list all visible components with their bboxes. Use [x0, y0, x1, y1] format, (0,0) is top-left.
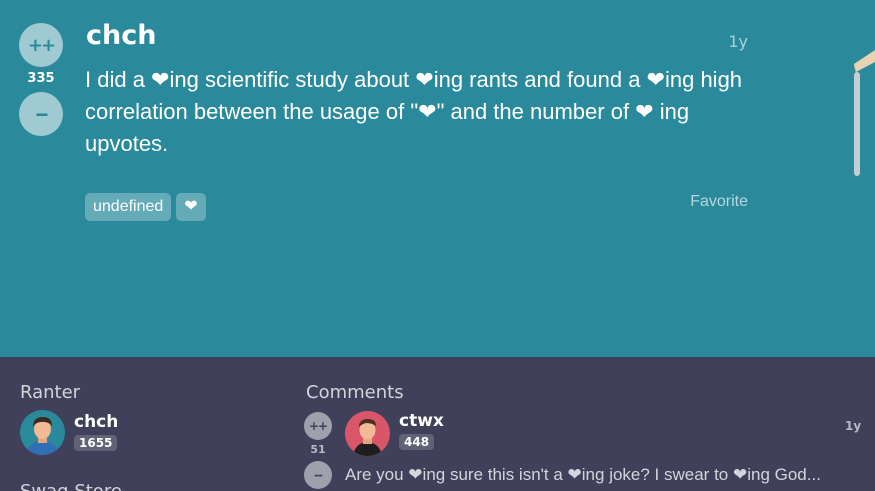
- ranter-username[interactable]: chch: [74, 412, 118, 432]
- comments-section-title: Comments: [306, 382, 404, 403]
- rant-time: 1y: [728, 32, 748, 51]
- rant-username[interactable]: chch: [86, 20, 156, 51]
- rant-score: 335: [27, 71, 55, 86]
- rant-text: I did a ❤ing scientific study about ❤ing…: [85, 67, 743, 156]
- tag[interactable]: ❤: [176, 193, 206, 221]
- tag[interactable]: undefined: [85, 193, 172, 221]
- commenter-score-badge: 448: [399, 434, 435, 450]
- ranter-score-badge: 1655: [74, 435, 118, 451]
- tag-list: undefined ❤: [85, 193, 206, 221]
- swag-store-section-title[interactable]: Swag Store: [20, 481, 122, 491]
- comment-upvote-button[interactable]: ++: [304, 412, 332, 440]
- ranter-avatar[interactable]: [20, 410, 65, 455]
- downvote-button[interactable]: --: [19, 92, 63, 136]
- comment-score: 51: [310, 443, 326, 456]
- rant-panel: ++ 335 -- chch 1y I did a ❤ing scientifi…: [0, 0, 875, 357]
- comment-time: 1y: [845, 419, 862, 433]
- ranter-section-title: Ranter: [20, 382, 81, 403]
- footer-panel: Ranter chch 1655 Swag Store Comments ++ …: [0, 357, 875, 491]
- upvote-button[interactable]: ++: [19, 23, 63, 67]
- favorite-button[interactable]: Favorite: [660, 193, 748, 211]
- comment-text: Are you ❤ing sure this isn't a ❤ing joke…: [345, 465, 821, 484]
- commenter-username[interactable]: ctwx: [399, 411, 444, 431]
- desk-illustration: [854, 50, 875, 176]
- commenter-avatar[interactable]: [345, 411, 390, 456]
- comment-downvote-button[interactable]: --: [304, 461, 332, 489]
